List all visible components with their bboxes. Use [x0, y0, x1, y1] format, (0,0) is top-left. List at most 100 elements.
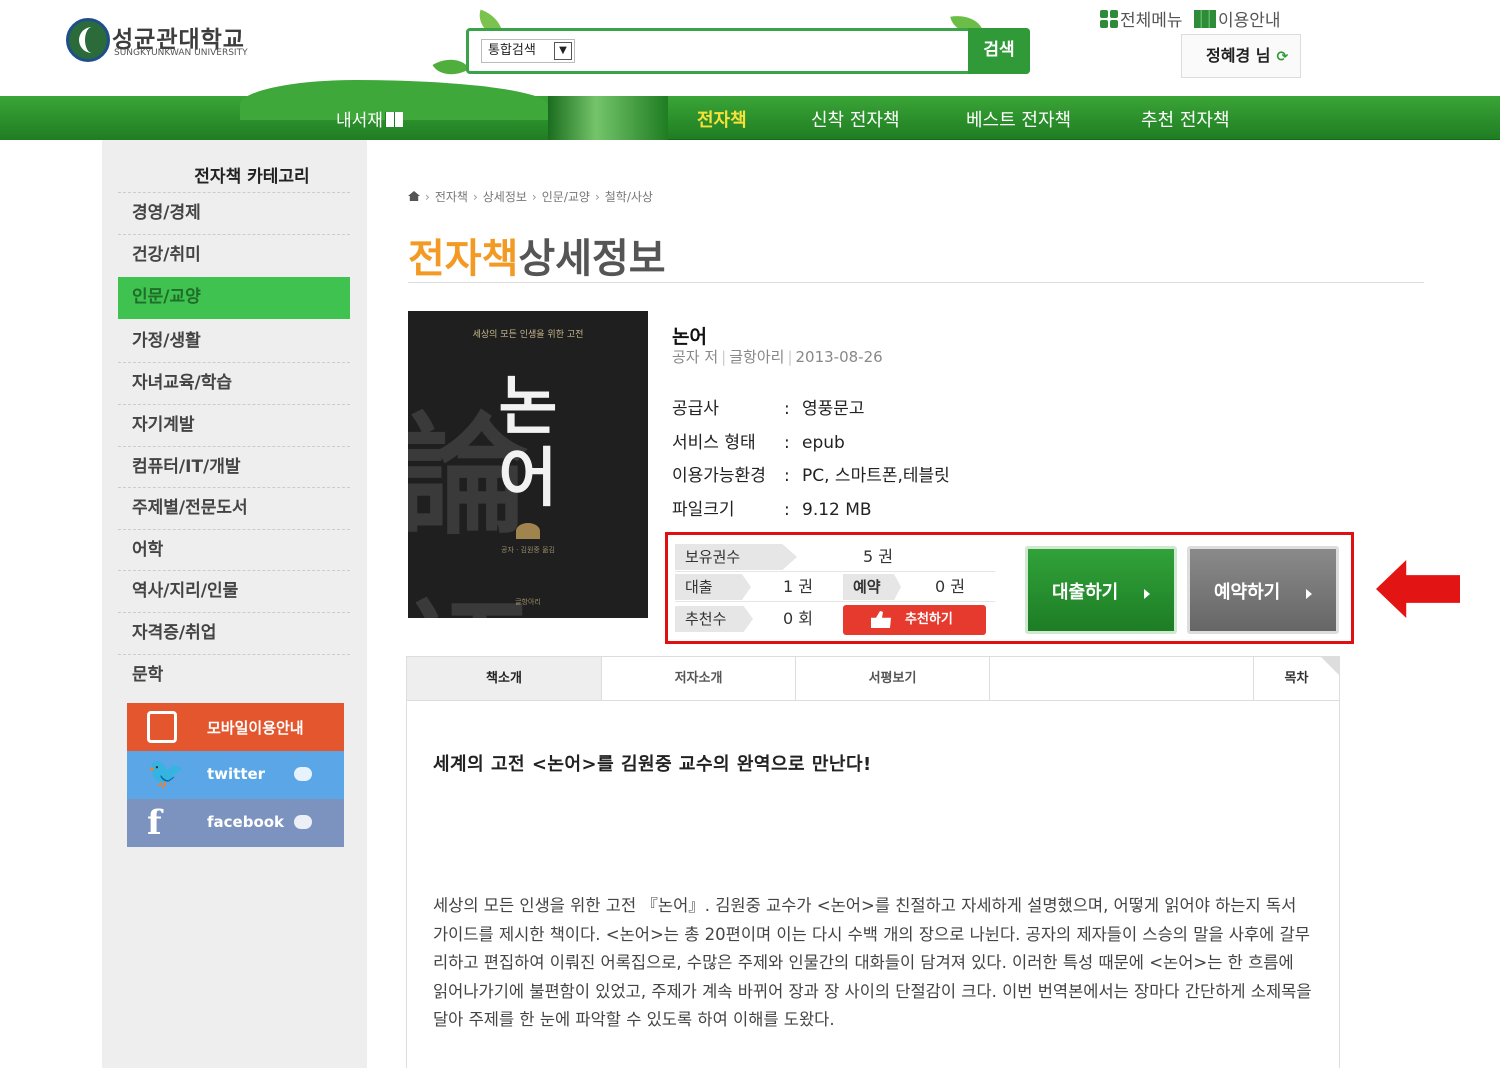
red-arrow-left-icon: [1376, 560, 1460, 618]
nav-best-ebook[interactable]: 베스트 전자책: [966, 106, 1071, 132]
borrow-button-label: 대출하기: [1052, 582, 1119, 603]
book-date: 2013-08-26: [795, 348, 883, 366]
twitter-label: twitter: [207, 765, 266, 783]
borrow-button[interactable]: 대출하기: [1025, 546, 1177, 634]
my-library-link[interactable]: 내서재: [336, 106, 403, 131]
cover-author: 공자 · 김원중 옮김: [501, 546, 555, 554]
chevron-right-icon: [1306, 589, 1312, 599]
twitter-button[interactable]: 🐦 twitter: [127, 751, 344, 799]
owned-value: 5 권: [863, 547, 893, 566]
book-title: 논어: [672, 326, 707, 348]
nav-ebook[interactable]: 전자책: [697, 106, 747, 132]
reserve-button[interactable]: 예약하기: [1187, 546, 1339, 634]
title-divider: [408, 282, 1424, 283]
logo-english-name: SUNGKYUNKWAN UNIVERSITY: [114, 48, 248, 58]
reserve-button-label: 예약하기: [1214, 582, 1281, 603]
category-sidebar: 전자책 카테고리 경영/경제 건강/취미 인문/교양 가정/생활 자녀교육/학습…: [102, 140, 367, 1068]
toc-label: 목차: [1284, 671, 1309, 686]
leaf-decoration-icon: [432, 49, 470, 85]
recommend-button[interactable]: 추천하기: [843, 605, 986, 635]
all-menu-link[interactable]: 전체메뉴: [1120, 6, 1183, 31]
category-item[interactable]: 컴퓨터/IT/개발: [118, 445, 350, 488]
university-emblem-icon: [66, 18, 110, 62]
info-row-service-type: 서비스 형태: epub: [672, 433, 845, 453]
nav-divider: [548, 96, 668, 140]
loan-value: 1 권: [783, 577, 813, 596]
cover-ornament-icon: [516, 523, 540, 539]
grid-menu-icon: [1100, 9, 1118, 28]
intro-paragraph: 세상의 모든 인생을 위한 고전 『논어』. 김원중 교수가 <논어>를 친절하…: [433, 896, 1312, 1030]
loan-label: 대출: [675, 574, 751, 600]
search-scope-value: 통합검색: [488, 43, 536, 58]
mobile-guide-button[interactable]: 모바일이용안내: [127, 703, 344, 751]
info-row-environment: 이용가능환경: PC, 스마트폰,테블릿: [672, 466, 950, 486]
link-icon: [294, 767, 312, 781]
tab-author-intro[interactable]: 저자소개: [602, 657, 796, 700]
info-row-supplier: 공급사: 영풍문고: [672, 399, 865, 419]
page-title: 전자책상세정보: [408, 226, 666, 284]
chevron-right-icon: [1144, 589, 1150, 599]
university-logo[interactable]: 성균관대학교 SUNGKYUNKWAN UNIVERSITY: [66, 18, 276, 66]
category-item[interactable]: 주제별/전문도서: [118, 487, 350, 529]
category-item-active[interactable]: 인문/교양: [118, 277, 350, 319]
home-icon[interactable]: [408, 191, 420, 201]
cover-publisher: 글항아리: [515, 598, 541, 606]
recommend-label: 추천수: [675, 606, 753, 632]
book-meta: 공자 저 | 글항아리 | 2013-08-26: [672, 348, 883, 366]
breadcrumb-item[interactable]: 인문/교양: [542, 190, 590, 204]
recommend-button-label: 추천하기: [905, 612, 953, 627]
tab-book-intro[interactable]: 책소개: [407, 657, 602, 700]
owned-row: 보유권수 5 권: [675, 544, 995, 572]
loan-status-table: 보유권수 5 권 대출 1 권 예약 0 권 추천수 0 회 추천하기: [675, 542, 995, 638]
map-icon: [1193, 9, 1216, 28]
reserve-value: 0 권: [935, 577, 965, 596]
page-title-accent: 전자책: [408, 236, 519, 282]
book-author: 공자 저: [672, 348, 719, 366]
intro-headline: 세계의 고전 <논어>를 김원중 교수의 완역으로 만난다!: [433, 754, 872, 775]
nav-shelf-tab: [0, 80, 548, 140]
utility-links: 전체메뉴 이용안내: [1100, 6, 1281, 31]
category-item[interactable]: 문학: [118, 653, 350, 696]
usage-guide-link[interactable]: 이용안내: [1218, 6, 1281, 31]
mobile-guide-label: 모바일이용안내: [207, 719, 304, 737]
tab-reviews[interactable]: 서평보기: [796, 657, 990, 700]
chevron-down-icon: ▼: [554, 42, 572, 60]
category-item[interactable]: 경영/경제: [118, 192, 350, 234]
cover-subtitle: 세상의 모든 인생을 위한 고전: [472, 330, 584, 340]
search-input[interactable]: [581, 37, 961, 67]
book-cover: 論語 세상의 모든 인생을 위한 고전 논어 공자 · 김원중 옮김 글항아리: [408, 311, 648, 618]
nav-recommended-ebook[interactable]: 추천 전자책: [1141, 106, 1230, 132]
reserve-label: 예약: [843, 574, 901, 600]
page-title-rest: 상세정보: [518, 236, 666, 282]
category-item[interactable]: 가정/생활: [118, 321, 350, 363]
book-intro-content: 세계의 고전 <논어>를 김원중 교수의 완역으로 만난다! 세상의 모든 인생…: [406, 700, 1340, 1068]
category-list: 경영/경제 건강/취미 인문/교양 가정/생활 자녀교육/학습 자기계발 컴퓨터…: [118, 192, 350, 695]
recommend-value: 0 회: [783, 609, 813, 628]
search-button[interactable]: 검색: [968, 28, 1030, 74]
category-item[interactable]: 자격증/취업: [118, 611, 350, 654]
category-item[interactable]: 역사/지리/인물: [118, 570, 350, 612]
category-item[interactable]: 자기계발: [118, 403, 350, 446]
category-item[interactable]: 어학: [118, 528, 350, 571]
category-item[interactable]: 건강/취미: [118, 233, 350, 276]
detail-tabs: 책소개 저자소개 서평보기 목차: [406, 656, 1340, 701]
breadcrumb-item[interactable]: 전자책: [435, 190, 468, 204]
open-book-icon: [384, 112, 403, 127]
mobile-phone-icon: [147, 711, 177, 743]
facebook-button[interactable]: f facebook: [127, 799, 344, 847]
link-icon: [294, 815, 312, 829]
info-row-file-size: 파일크기:9.12 MB: [672, 500, 872, 520]
nav-new-ebook[interactable]: 신착 전자책: [811, 106, 900, 132]
category-item[interactable]: 자녀교육/학습: [118, 362, 350, 404]
logout-icon[interactable]: ⟳: [1276, 49, 1288, 65]
user-account-button[interactable]: 정혜경 님 ⟳: [1181, 34, 1301, 78]
search-scope-select[interactable]: 통합검색 ▼: [481, 39, 575, 63]
owned-label: 보유권수: [675, 544, 797, 570]
user-name: 정혜경 님: [1206, 46, 1271, 65]
breadcrumb-item[interactable]: 철학/사상: [605, 190, 653, 204]
loan-reserve-row: 대출 1 권 예약 0 권: [675, 574, 995, 602]
my-library-label: 내서재: [336, 111, 383, 131]
breadcrumb-item[interactable]: 상세정보: [483, 190, 527, 204]
tab-table-of-contents[interactable]: 목차: [1253, 657, 1339, 700]
facebook-f-icon: f: [147, 803, 162, 843]
